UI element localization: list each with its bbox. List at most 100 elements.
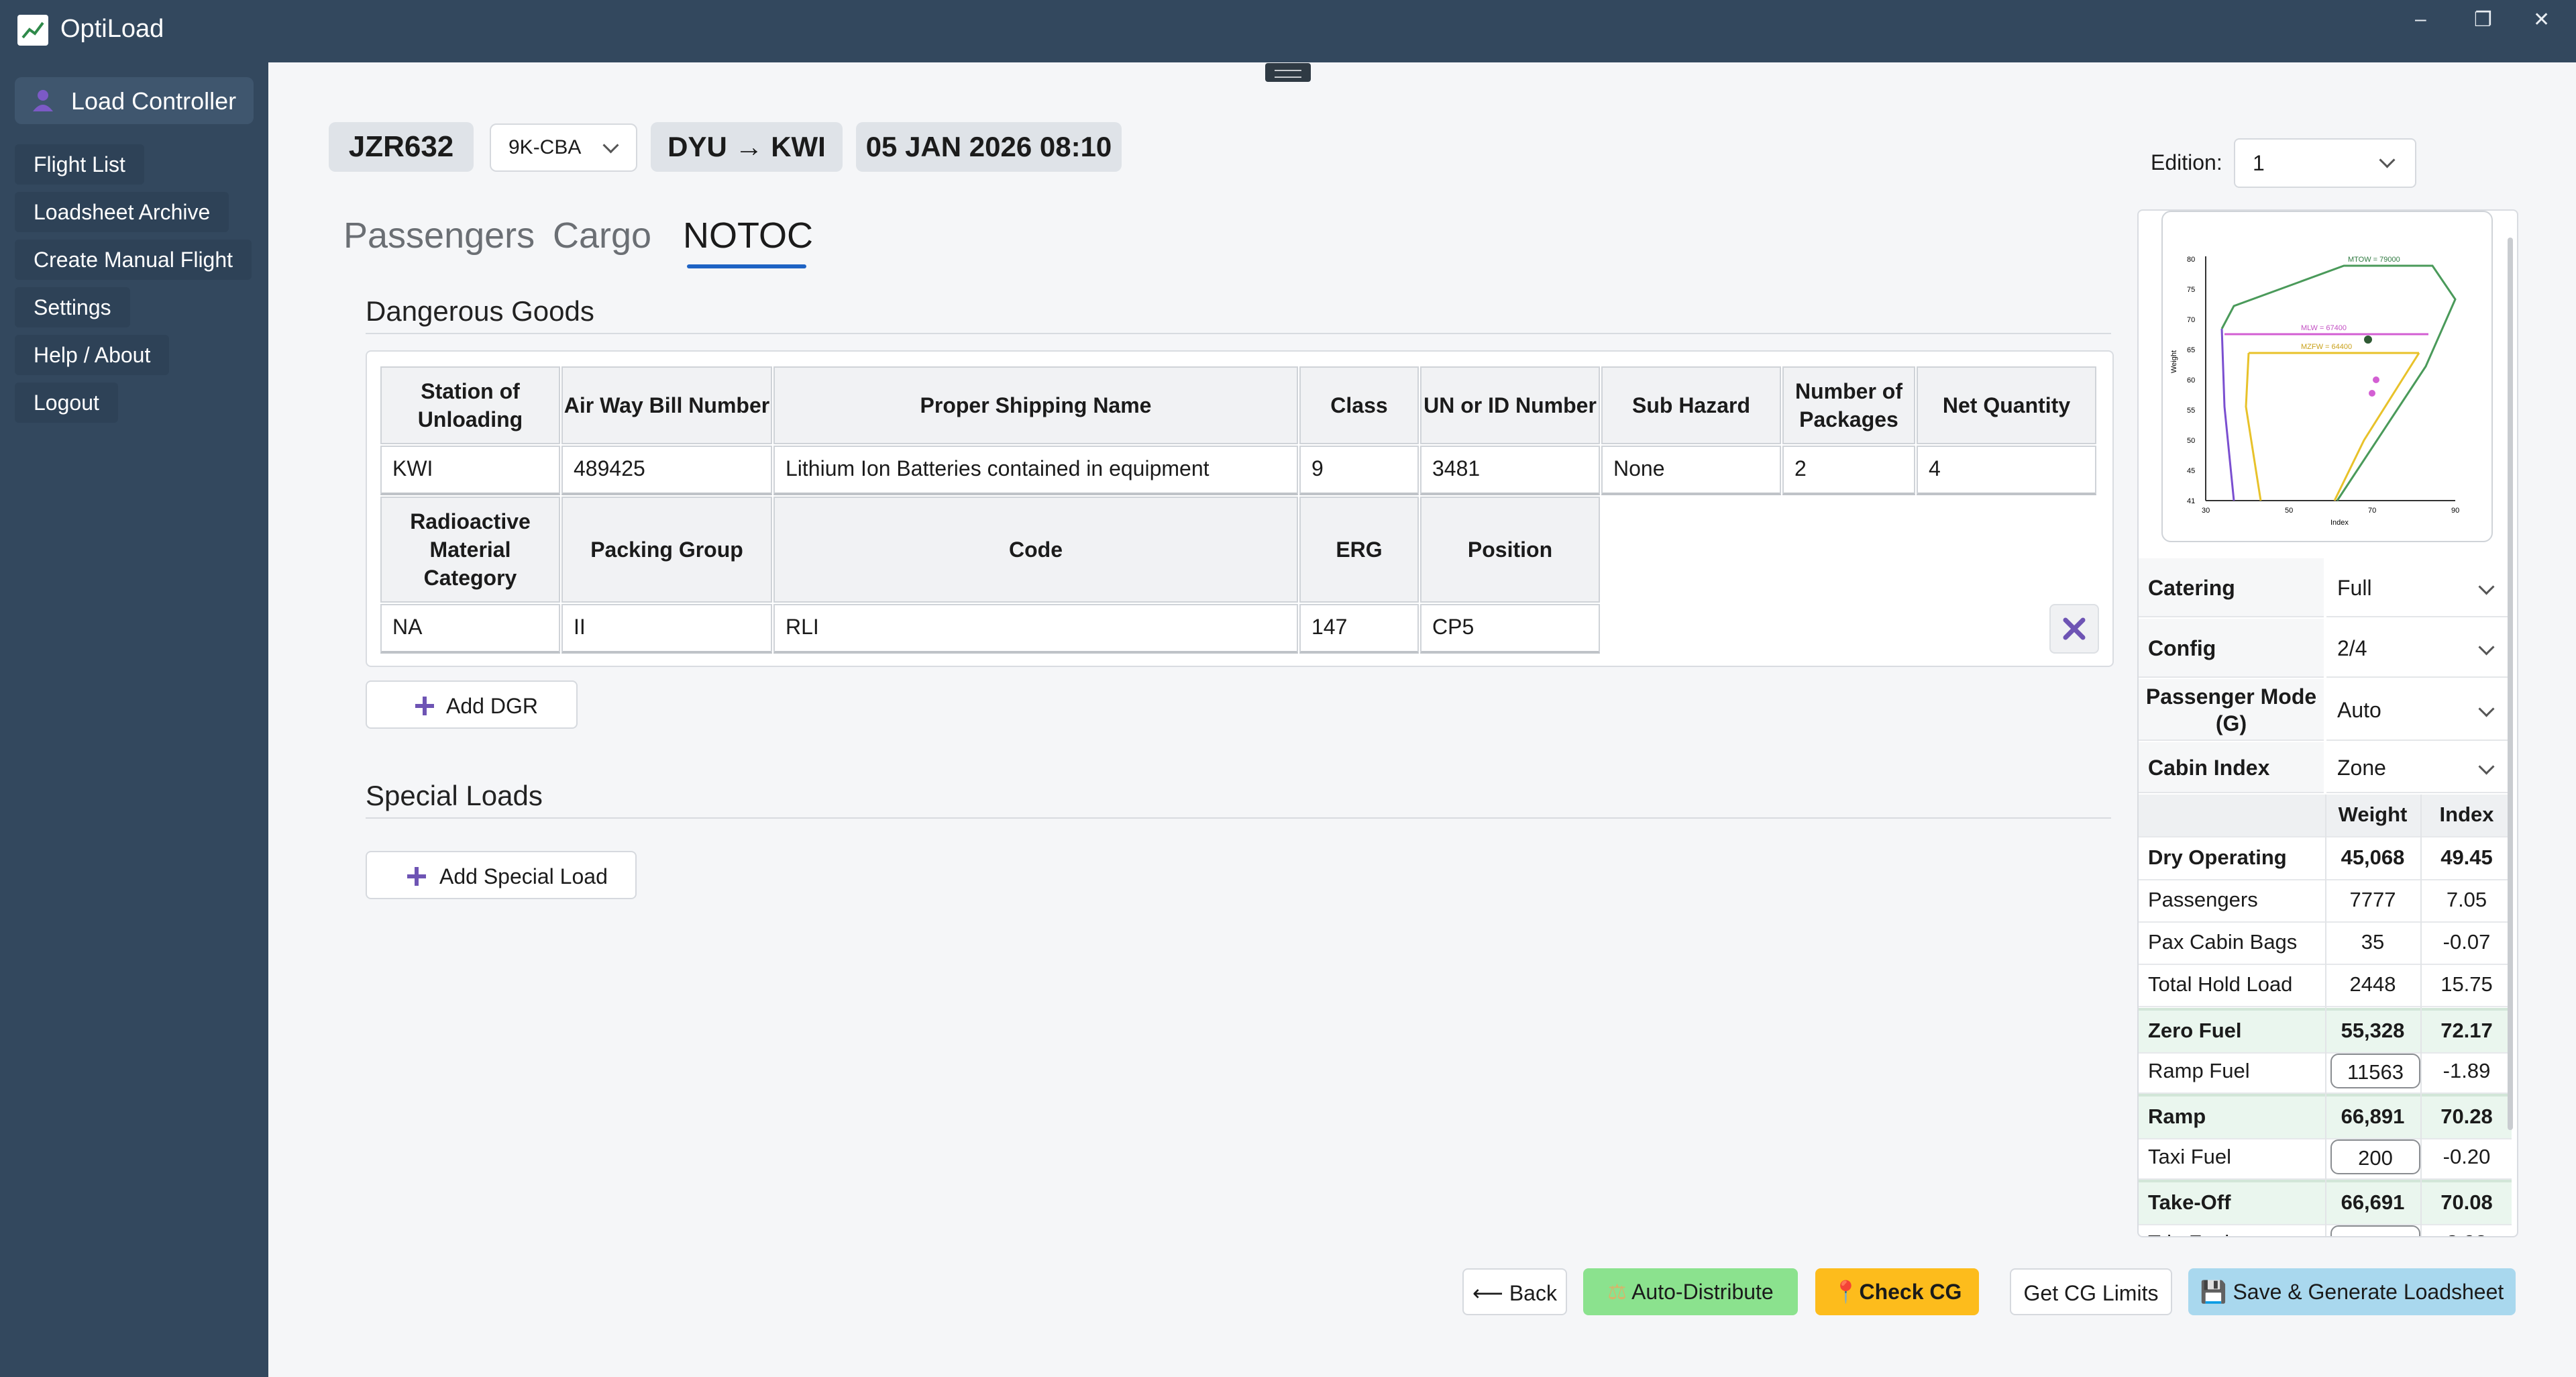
cabin-index-label: Cabin Index [2139, 742, 2324, 793]
passenger-mode-value: Auto [2337, 698, 2381, 722]
title-bar: OptiLoad – ❐ ✕ [0, 0, 2576, 62]
column-divider [2325, 795, 2326, 1236]
row-index: 70.28 [2440, 1105, 2493, 1128]
envelope-line [2220, 264, 2457, 501]
registration-value: 9K-CBA [508, 136, 582, 158]
get-cg-limits-label: Get CG Limits [2023, 1281, 2159, 1305]
special-loads-title: Special Loads [366, 780, 543, 811]
sidebar-item-logout[interactable]: Logout [15, 382, 118, 423]
cell-proper-shipping-name[interactable]: Lithium Ion Batteries contained in equip… [773, 446, 1298, 495]
sidebar-item-flight-list[interactable]: Flight List [15, 144, 144, 185]
panel-scrollbar[interactable] [2508, 238, 2513, 1130]
y-tick-labels: 80 75 70 65 60 55 50 45 41 [2187, 256, 2195, 505]
check-cg-button[interactable]: 📍Check CG [1815, 1268, 1979, 1315]
sidebar-item-create-manual-flight[interactable]: Create Manual Flight [15, 240, 252, 280]
cell-class[interactable]: 9 [1299, 446, 1419, 495]
cell-packing-group[interactable]: II [561, 604, 772, 654]
back-label: Back [1509, 1281, 1557, 1305]
landing-cg-point [2369, 390, 2375, 397]
cell-awb-number[interactable]: 489425 [561, 446, 772, 495]
cell-sub-hazard[interactable]: None [1601, 446, 1781, 495]
close-icon [2063, 617, 2086, 640]
auto-distribute-button[interactable]: ⚖ Auto-Distribute [1583, 1268, 1798, 1315]
save-generate-loadsheet-button[interactable]: 💾 Save & Generate Loadsheet [2188, 1268, 2516, 1315]
pin-icon: 📍 [1832, 1280, 1860, 1304]
minimize-icon[interactable]: – [2415, 8, 2426, 31]
get-cg-limits-button[interactable]: Get CG Limits [2010, 1268, 2172, 1315]
fwd-limit-line [2220, 328, 2235, 501]
add-dgr-label: Add DGR [446, 694, 538, 718]
mzfw-label: MZFW = 64400 [2301, 343, 2352, 351]
dangerous-goods-card: Station of Unloading Air Way Bill Number… [366, 350, 2114, 667]
x-tick-label: 90 [2451, 507, 2459, 515]
row-index: 49.45 [2440, 846, 2493, 869]
header-un-id-number: UN or ID Number [1420, 366, 1600, 444]
cell-number-of-packages[interactable]: 2 [1782, 446, 1915, 495]
add-dgr-button[interactable]: Add DGR [366, 680, 578, 729]
balance-icon: ⚖ [1607, 1280, 1632, 1304]
zfw-cg-point [2373, 376, 2379, 383]
remove-dgr-button[interactable] [2049, 604, 2099, 654]
edition-label: Edition: [2151, 150, 2222, 174]
cell-radioactive-category[interactable]: NA [380, 604, 560, 654]
ramp-fuel-input[interactable]: 11563 [2330, 1054, 2420, 1088]
edition-select[interactable]: 1 [2234, 138, 2416, 188]
restore-icon[interactable]: ❐ [2474, 8, 2492, 32]
sidebar-item-settings[interactable]: Settings [15, 287, 130, 327]
catering-select[interactable]: Full [2326, 558, 2508, 617]
y-tick-label: 50 [2187, 437, 2195, 445]
taxi-fuel-input[interactable]: 200 [2330, 1139, 2420, 1174]
chevron-down-icon [2379, 152, 2396, 168]
y-tick-label: 75 [2187, 286, 2195, 294]
app-logo [17, 15, 48, 46]
row-index: -0.20 [2443, 1145, 2491, 1168]
config-select[interactable]: 2/4 [2326, 619, 2508, 678]
row-index: -0.07 [2443, 930, 2491, 954]
cell-station-unloading[interactable]: KWI [380, 446, 560, 495]
row-weight: 66,691 [2341, 1190, 2405, 1214]
user-icon [33, 90, 53, 111]
section-divider [366, 333, 2111, 334]
sidebar-item-loadsheet-archive[interactable]: Loadsheet Archive [15, 192, 229, 232]
trip-fuel-input[interactable]: 8699 [2330, 1225, 2420, 1236]
row-weight: 45,068 [2341, 846, 2405, 869]
tab-cargo[interactable]: Cargo [553, 215, 651, 256]
row-index: 15.75 [2440, 972, 2493, 996]
cell-erg[interactable]: 147 [1299, 604, 1419, 654]
cell-code[interactable]: RLI [773, 604, 1298, 654]
section-divider [366, 817, 2111, 819]
x-tick-label: 50 [2285, 507, 2293, 515]
row-label: Total Hold Load [2148, 972, 2293, 996]
cell-position[interactable]: CP5 [1420, 604, 1600, 654]
y-tick-label: 41 [2187, 497, 2195, 505]
add-special-load-button[interactable]: Add Special Load [366, 851, 637, 899]
row-index: 3.98 [2422, 1231, 2512, 1236]
tab-notoc[interactable]: NOTOC [683, 215, 813, 256]
sidebar-item-help-about[interactable]: Help / About [15, 335, 170, 375]
row-label: Dry Operating [2148, 846, 2287, 869]
header-sub-hazard: Sub Hazard [1601, 366, 1781, 444]
row-label: Take-Off [2148, 1190, 2231, 1214]
drag-handle[interactable] [1265, 63, 1311, 82]
sidebar-user-header[interactable]: Load Controller [15, 77, 254, 124]
y-tick-label: 45 [2187, 467, 2195, 475]
chevron-down-icon [602, 137, 619, 154]
header-packing-group: Packing Group [561, 497, 772, 603]
passenger-mode-label: Passenger Mode (G) [2139, 679, 2324, 741]
back-button[interactable]: ⟵ Back [1462, 1268, 1567, 1315]
y-tick-label: 60 [2187, 376, 2195, 385]
close-icon[interactable]: ✕ [2533, 8, 2550, 32]
row-weight: 7777 [2349, 888, 2396, 911]
registration-select[interactable]: 9K-CBA [490, 123, 637, 172]
y-tick-label: 70 [2187, 316, 2195, 324]
cell-un-id-number[interactable]: 3481 [1420, 446, 1600, 495]
cabin-index-select[interactable]: Zone [2326, 742, 2508, 793]
cell-net-quantity[interactable]: 4 [1917, 446, 2096, 495]
tab-passengers[interactable]: Passengers [343, 215, 535, 256]
chevron-down-icon [2478, 701, 2495, 717]
takeoff-cg-point [2364, 336, 2372, 344]
x-tick-label: 70 [2368, 507, 2376, 515]
weight-balance-panel: 80 75 70 65 60 55 50 45 41 30 50 70 90 Weight Index… [2137, 209, 2518, 1237]
passenger-mode-select[interactable]: Auto [2326, 679, 2508, 741]
cg-envelope-svg: 80 75 70 65 60 55 50 45 41 30 50 70 90 Weight Index… [2170, 256, 2459, 527]
